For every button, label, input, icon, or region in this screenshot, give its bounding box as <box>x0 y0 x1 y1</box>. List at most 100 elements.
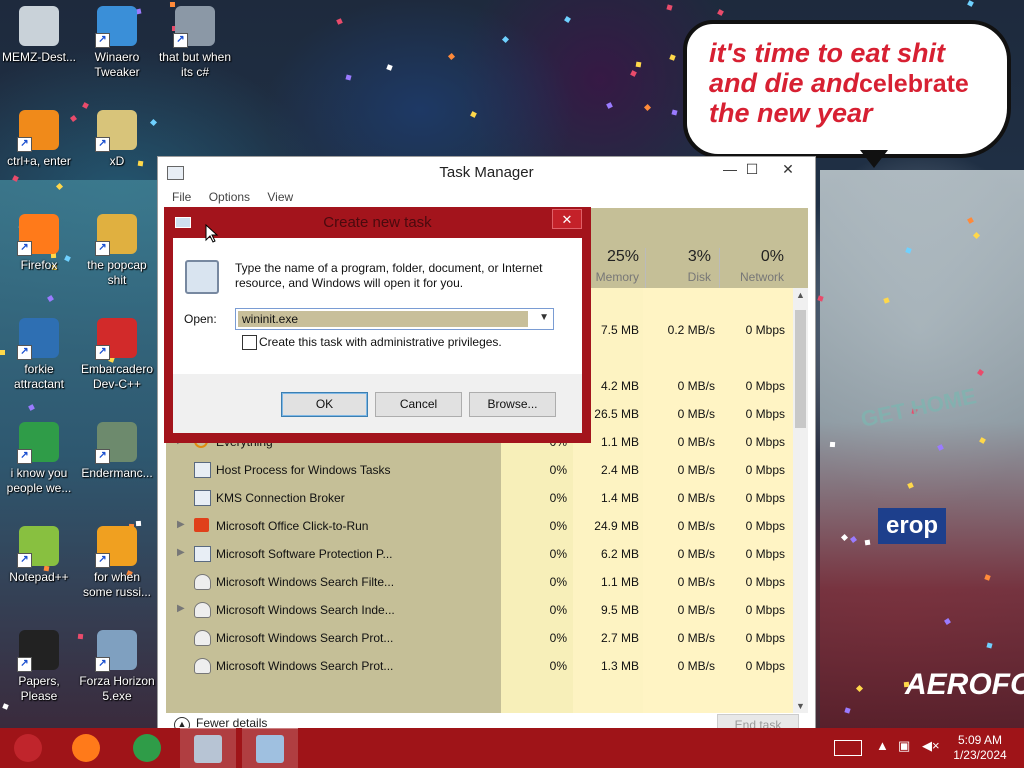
desktop-icon[interactable]: ↗ forkie attractant <box>0 318 78 392</box>
desktop-icon[interactable]: ↗ Forza Horizon 5.exe <box>78 630 156 704</box>
desktop-icon[interactable]: ↗ Winaero Tweaker <box>78 6 156 80</box>
process-name: Microsoft Windows Search Filte... <box>216 575 395 589</box>
maximize-button[interactable]: ☐ <box>738 157 766 181</box>
desktop-icon[interactable]: ↗ Endermanc... <box>78 422 156 481</box>
process-row[interactable]: Host Process for Windows Tasks 0% 2.4 MB 0 … <box>166 456 792 484</box>
header-disk[interactable]: 3% Disk <box>649 248 719 288</box>
desktop-icon[interactable]: ↗ for when some russi... <box>78 526 156 600</box>
cancel-button[interactable]: Cancel <box>375 392 462 417</box>
memory-value: 6.2 MB <box>600 547 639 561</box>
desktop-icon[interactable]: ↗ Embarcadero Dev-C++ <box>78 318 156 392</box>
disk-label: Disk <box>687 270 711 284</box>
admin-privileges-label[interactable]: Create this task with administrative pri… <box>259 335 502 349</box>
shortcut-arrow-icon: ↗ <box>17 449 32 464</box>
scroll-up-arrow-icon[interactable]: ▲ <box>793 288 808 302</box>
desktop-icon[interactable]: ↗ ctrl+a, enter <box>0 110 78 169</box>
taskbar-run[interactable] <box>242 728 298 768</box>
confetti-piece <box>635 61 642 68</box>
clock[interactable]: 5:09 AM 1/23/2024 <box>950 733 1010 763</box>
speech-bubble: it's time to eat shit and die andcelebra… <box>683 20 1011 158</box>
shortcut-arrow-icon: ↗ <box>95 449 110 464</box>
cpu-value: 0% <box>549 659 567 673</box>
expand-chevron-icon[interactable]: ▶ <box>177 519 185 530</box>
desktop-icon[interactable]: ↗ that but when its c# <box>156 6 234 80</box>
dialog-close-button[interactable]: ✕ <box>552 209 582 229</box>
expand-chevron-icon[interactable]: ▶ <box>177 547 185 558</box>
network-value: 0 Mbps <box>745 659 785 673</box>
disk-value: 0 MB/s <box>677 547 715 561</box>
desktop-icon-label: forkie attractant <box>13 362 65 391</box>
cpu-value: 0% <box>549 575 567 589</box>
memory-value: 2.7 MB <box>600 631 639 645</box>
menu-view[interactable]: View <box>267 187 293 207</box>
process-row[interactable]: Microsoft Windows Search Prot... 0% 2.7 MB… <box>166 624 792 652</box>
process-icon <box>194 518 209 532</box>
shortcut-arrow-icon: ↗ <box>17 241 32 256</box>
taskbar-chrome[interactable] <box>119 728 175 768</box>
desktop-icon[interactable]: MEMZ-Dest... <box>0 6 78 65</box>
keyboard-icon[interactable] <box>834 740 862 756</box>
task-manager-icon <box>194 735 222 763</box>
confetti-piece <box>501 35 510 44</box>
app-icon: ↗ <box>95 630 137 672</box>
app-icon: ↗ <box>95 526 137 568</box>
desktop-icon[interactable]: ↗ xD <box>78 110 156 169</box>
disk-value: 0 MB/s <box>677 575 715 589</box>
desktop-icon-label: Endermanc... <box>81 466 153 480</box>
header-network[interactable]: 0% Network <box>722 248 792 288</box>
browse-button[interactable]: Browse... <box>469 392 556 417</box>
scroll-down-arrow-icon[interactable]: ▼ <box>793 699 808 713</box>
scrollbar-thumb[interactable] <box>795 310 806 428</box>
process-row[interactable]: ▶ Microsoft Software Protection P... 0% 6.2… <box>166 540 792 568</box>
disk-value: 0 MB/s <box>677 463 715 477</box>
start-button[interactable] <box>0 728 56 768</box>
ok-button[interactable]: OK <box>281 392 368 417</box>
menu-file[interactable]: File <box>172 187 191 207</box>
process-row[interactable]: ▶ Microsoft Office Click-to-Run 0% 24.9 MB 0… <box>166 512 792 540</box>
chevron-down-icon[interactable]: ▼ <box>539 312 549 323</box>
expand-chevron-icon[interactable]: ▶ <box>177 603 185 614</box>
memory-value: 9.5 MB <box>600 603 639 617</box>
show-hidden-icons-icon[interactable]: ▲ <box>876 738 889 753</box>
desktop-icon[interactable]: ↗ Papers, Please <box>0 630 78 704</box>
confetti-piece <box>669 54 676 61</box>
vertical-scrollbar[interactable]: ▲ ▼ <box>793 288 808 713</box>
process-name: Microsoft Windows Search Prot... <box>216 631 394 645</box>
disk-value: 0 MB/s <box>677 407 715 421</box>
shortcut-arrow-icon: ↗ <box>95 241 110 256</box>
desktop-icon-label: Forza Horizon 5.exe <box>79 674 155 703</box>
desktop-icon[interactable]: ↗ Firefox <box>0 214 78 273</box>
taskbar-firefox[interactable] <box>58 728 114 768</box>
desktop-icon-label: for when some russi... <box>82 570 151 599</box>
menu-options[interactable]: Options <box>209 187 250 207</box>
taskbar-task-manager[interactable] <box>180 728 236 768</box>
open-combobox[interactable]: wininit.exe ▼ <box>235 308 554 330</box>
network-icon[interactable]: ▣ <box>898 738 910 754</box>
desktop-icon[interactable]: ↗ the popcap shit <box>78 214 156 288</box>
shortcut-arrow-icon: ↗ <box>95 345 110 360</box>
desktop-icon[interactable]: ↗ i know you people we... <box>0 422 78 496</box>
memory-value: 2.4 MB <box>600 463 639 477</box>
disk-value: 0 MB/s <box>677 379 715 393</box>
process-row[interactable]: Microsoft Windows Search Filte... 0% 1.1 M… <box>166 568 792 596</box>
process-row[interactable]: KMS Connection Broker 0% 1.4 MB 0 MB/s 0 Mbp… <box>166 484 792 512</box>
app-icon: ↗ <box>95 214 137 256</box>
network-value: 0 Mbps <box>745 547 785 561</box>
process-name: KMS Connection Broker <box>216 491 345 505</box>
volume-muted-icon[interactable]: ◀× <box>922 738 940 754</box>
clock-time: 5:09 AM <box>957 733 1003 747</box>
task-manager-titlebar[interactable]: Task Manager — ☐ ✕ <box>158 157 815 187</box>
desktop-icon[interactable]: ↗ Notepad++ <box>0 526 78 585</box>
open-input-value[interactable]: wininit.exe <box>238 311 528 327</box>
wallpaper-billboard: erop <box>878 508 947 544</box>
process-row[interactable]: ▶ Microsoft Windows Search Inde... 0% 9.5 M… <box>166 596 792 624</box>
shortcut-arrow-icon: ↗ <box>17 553 32 568</box>
process-row[interactable]: Microsoft Windows Search Prot... 0% 1.3 MB… <box>166 652 792 680</box>
close-button[interactable]: ✕ <box>774 157 802 181</box>
network-percent: 0% <box>760 248 784 265</box>
disk-percent: 3% <box>687 248 711 265</box>
cpu-value: 0% <box>549 519 567 533</box>
wallpaper-billboard-2: AEROFO <box>905 668 1024 701</box>
dialog-titlebar[interactable]: Create new task <box>164 207 591 237</box>
admin-privileges-checkbox[interactable] <box>242 335 257 350</box>
